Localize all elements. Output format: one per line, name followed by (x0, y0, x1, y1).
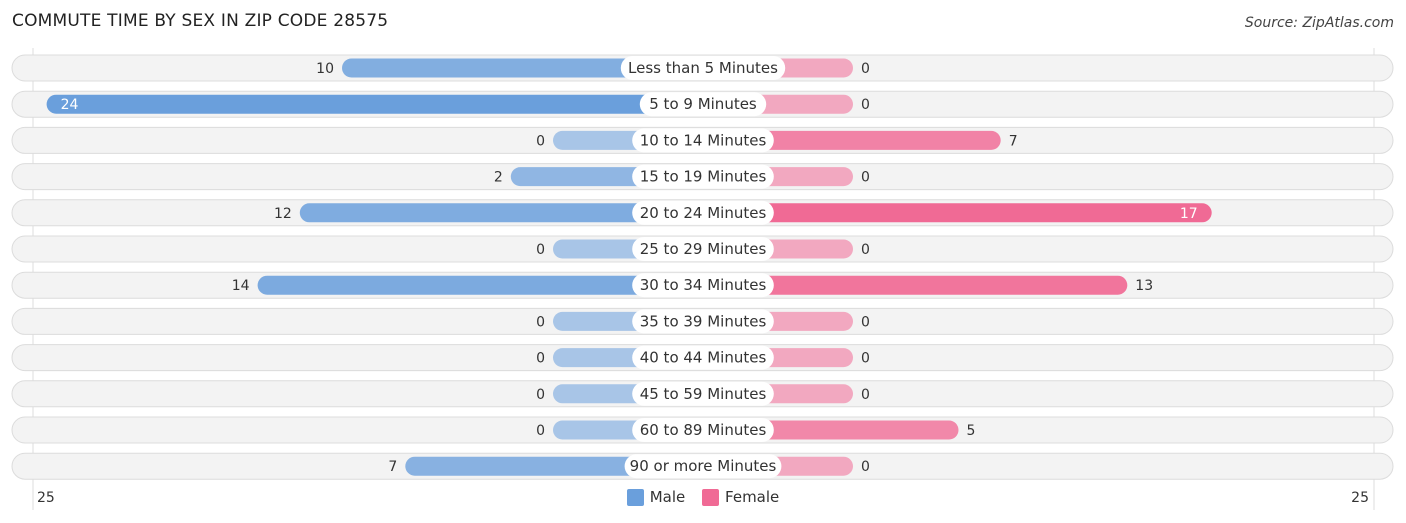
value-label-male: 0 (536, 242, 545, 258)
legend: Male Female (0, 488, 1406, 510)
value-label-female: 0 (861, 387, 870, 403)
category-label: 25 to 29 Minutes (640, 240, 767, 258)
value-label-male: 2 (494, 170, 503, 186)
category-label: 10 to 14 Minutes (640, 131, 767, 149)
value-label-female: 0 (861, 170, 870, 186)
category-label: 40 to 44 Minutes (640, 349, 767, 367)
category-label: 20 to 24 Minutes (640, 204, 767, 222)
legend-label-female: Female (725, 488, 780, 506)
category-label: 45 to 59 Minutes (640, 385, 767, 403)
value-label-male: 0 (536, 423, 545, 439)
value-label-female: 0 (861, 314, 870, 330)
category-label: Less than 5 Minutes (628, 59, 778, 77)
chart-svg: Less than 5 Minutes 10 0 5 to 9 Minutes 24 0 1… (11, 48, 1394, 510)
value-label-female: 0 (861, 351, 870, 367)
category-label: 90 or more Minutes (630, 457, 777, 475)
bar-female (703, 203, 1212, 223)
legend-item-male: Male (626, 488, 686, 506)
value-label-female: 0 (861, 61, 870, 77)
legend-label-male: Male (649, 488, 686, 506)
value-label-male: 12 (274, 206, 292, 222)
value-label-male: 0 (536, 351, 545, 367)
category-label: 60 to 89 Minutes (640, 421, 767, 439)
category-label: 15 to 19 Minutes (640, 168, 767, 186)
value-label-female: 0 (861, 459, 870, 475)
category-label: 30 to 34 Minutes (640, 276, 767, 294)
bar-male (46, 94, 704, 114)
value-label-male: 14 (232, 278, 250, 294)
value-label-male: 7 (388, 459, 397, 475)
legend-swatch-female (702, 488, 720, 506)
value-label-male: 0 (536, 314, 545, 330)
value-label-female: 17 (1180, 206, 1198, 222)
value-label-male: 0 (536, 133, 545, 149)
category-label: 35 to 39 Minutes (640, 312, 767, 330)
legend-swatch-male (626, 488, 644, 506)
value-label-female: 13 (1135, 278, 1153, 294)
value-label-female: 7 (1009, 133, 1018, 149)
category-label: 5 to 9 Minutes (649, 95, 757, 113)
value-label-male: 0 (536, 387, 545, 403)
value-label-male: 10 (316, 61, 334, 77)
legend-item-female: Female (702, 488, 779, 506)
value-label-female: 0 (861, 242, 870, 258)
value-label-female: 0 (861, 97, 870, 113)
value-label-male: 24 (61, 97, 79, 113)
value-label-female: 5 (967, 423, 976, 439)
